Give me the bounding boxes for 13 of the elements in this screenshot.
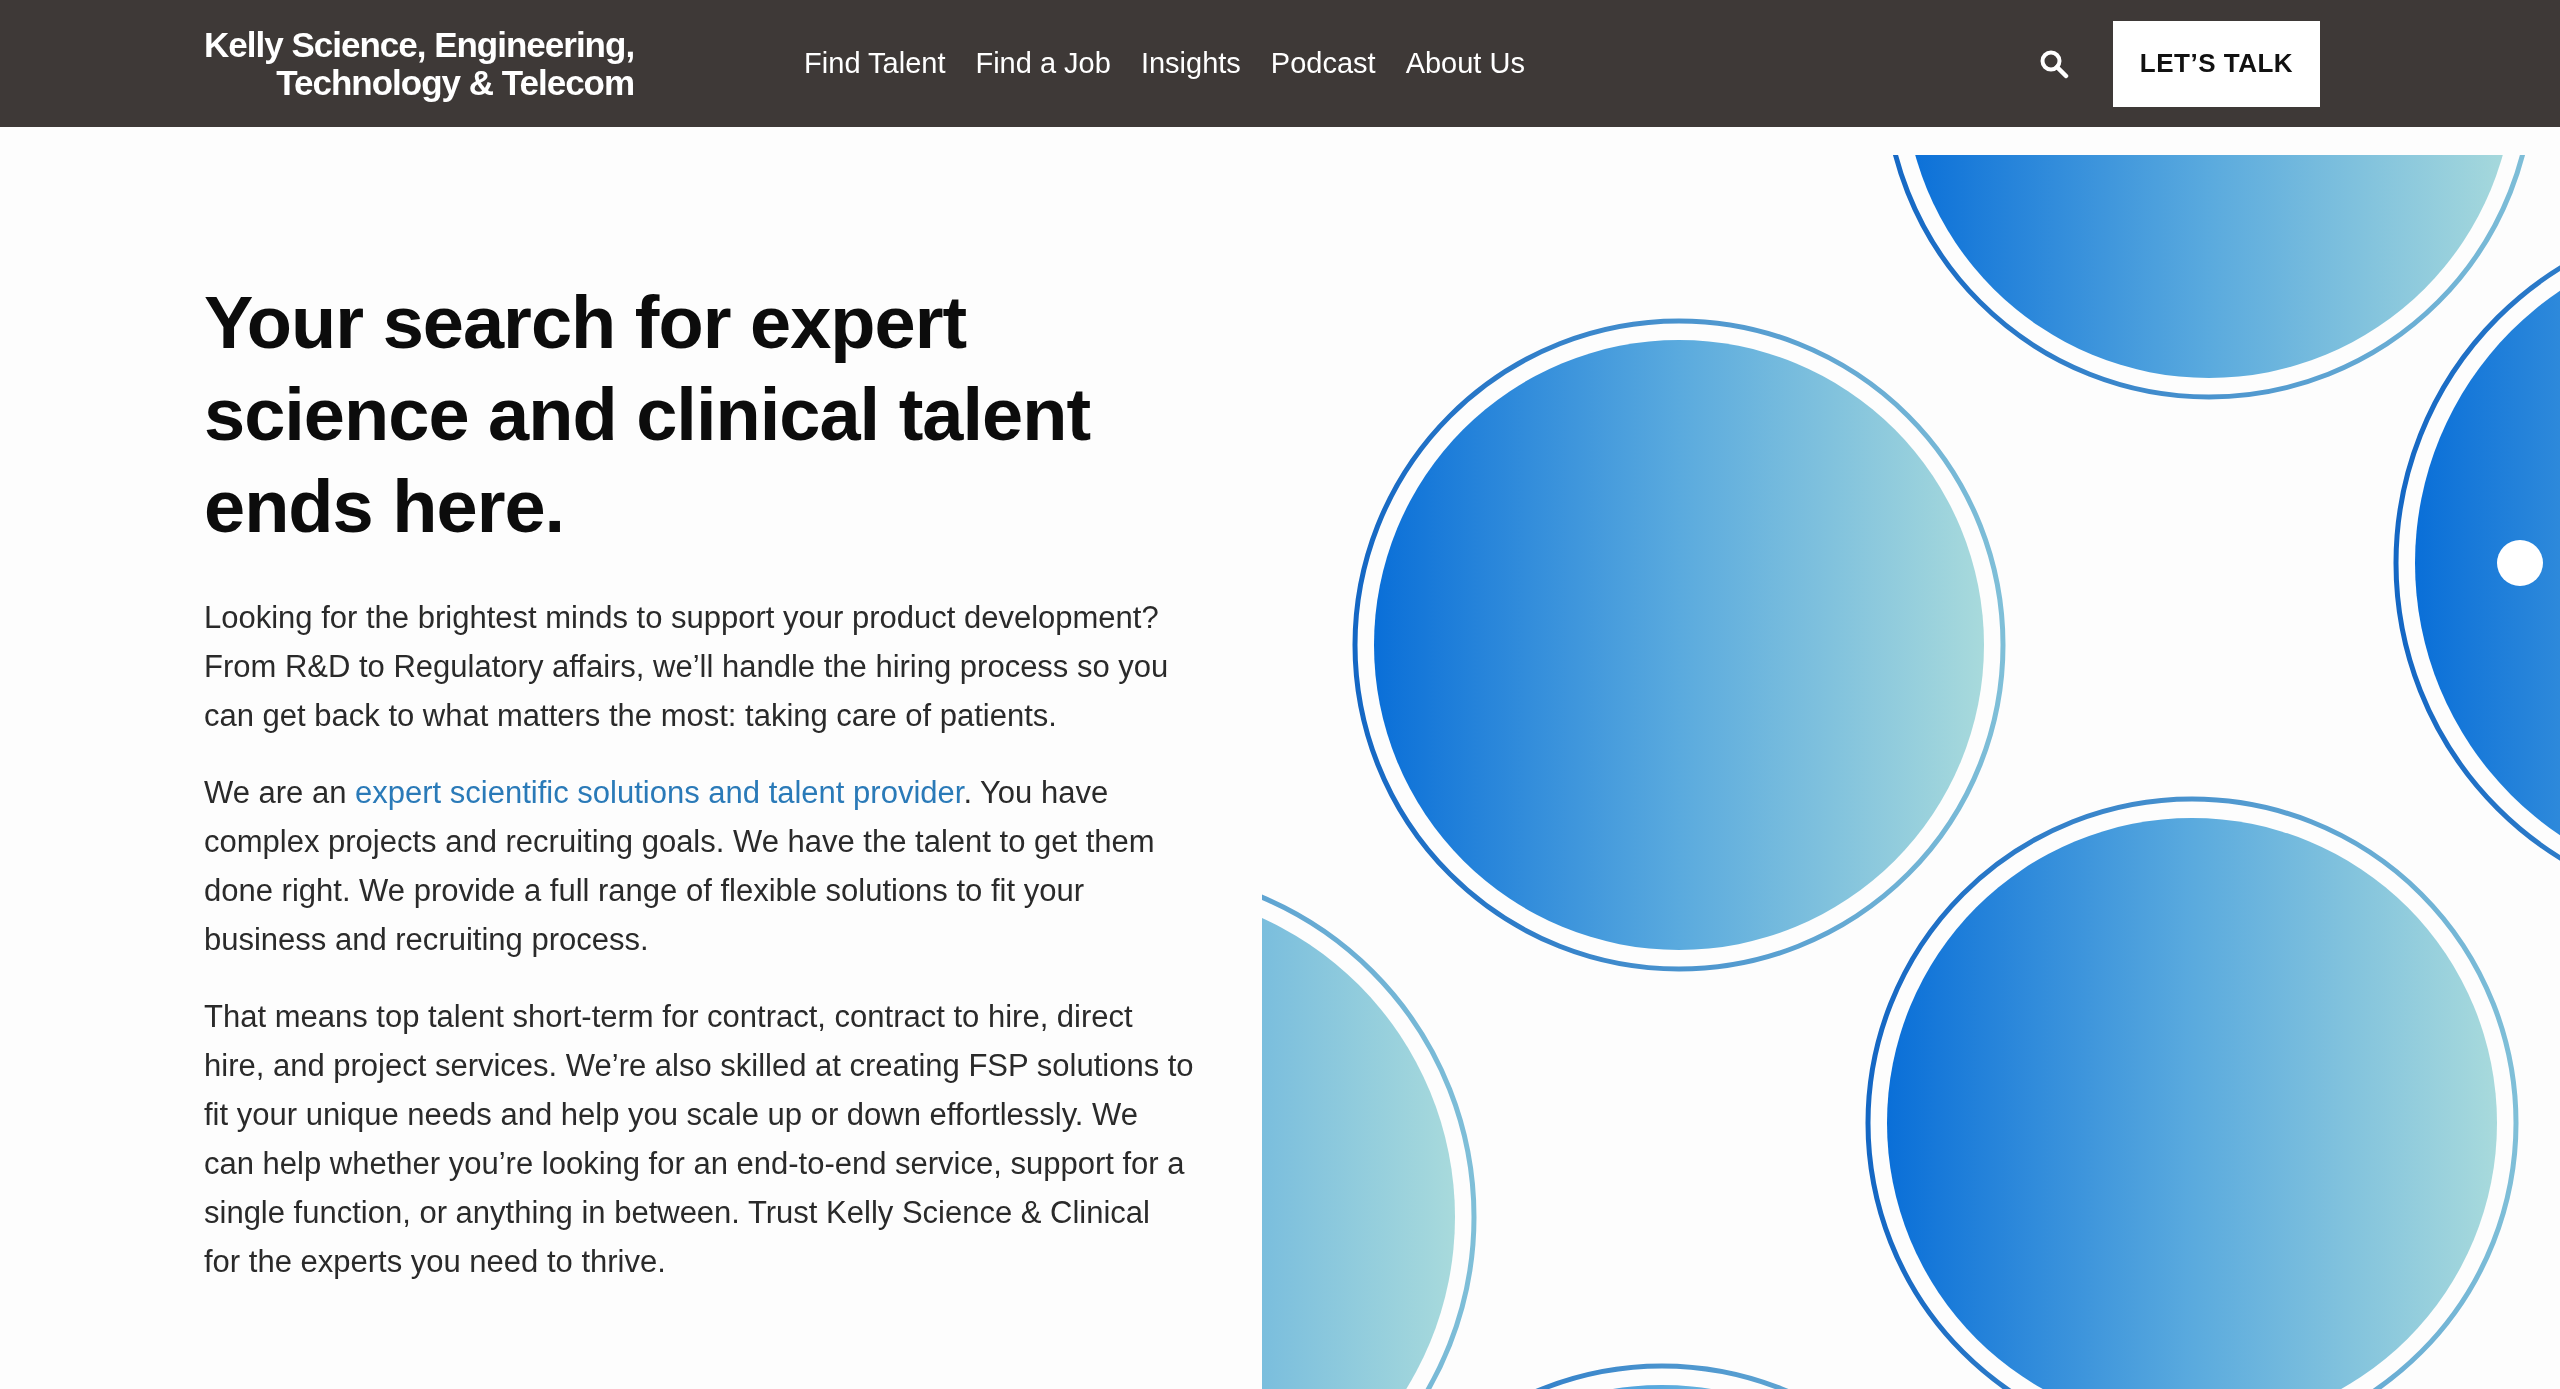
search-icon[interactable] — [2039, 48, 2069, 79]
nav-link[interactable]: Find a Job — [975, 47, 1111, 80]
body-paragraph: Looking for the brightest minds to support your product development? From R&D to Regulatory affairs, we’ll handle the hiring process so you can get back to what matters the most: taking care of patients. — [204, 599, 1170, 735]
lets-talk-button[interactable]: LET’S TALK — [2113, 20, 2320, 107]
body-paragraph: We are an expert scientific solutions and talent provider. You have complex projects and recruiting goals. We have the talent to get them done right. We provide a full range of flexible solutions to fit your business and recruiting process. — [204, 774, 1156, 959]
hero-heading: Your search for expert science and clinical talent ends here. — [204, 280, 1092, 550]
logo[interactable]: Kelly Science, Engineering, Technology & Telecom — [204, 25, 635, 102]
nav-link[interactable]: Insights — [1140, 47, 1241, 80]
nav-link[interactable]: Podcast — [1270, 47, 1376, 80]
body-paragraph: That means top talent short-term for contract, contract to hire, direct hire, and project services. We’re also skilled at creating FSP solutions to fit your unique needs and help you scale up or down effortlessly. We can help whether you’re looking for an end-to-end service, support for a single function, or anything in between. Trust Kelly Science & Clinical for the experts you need to thrive. — [204, 998, 1194, 1281]
nav-link[interactable]: Find Talent — [804, 47, 946, 80]
provider-link[interactable]: expert scientific solutions and talent provider — [355, 775, 964, 810]
nav-link[interactable]: About Us — [1405, 47, 1525, 80]
